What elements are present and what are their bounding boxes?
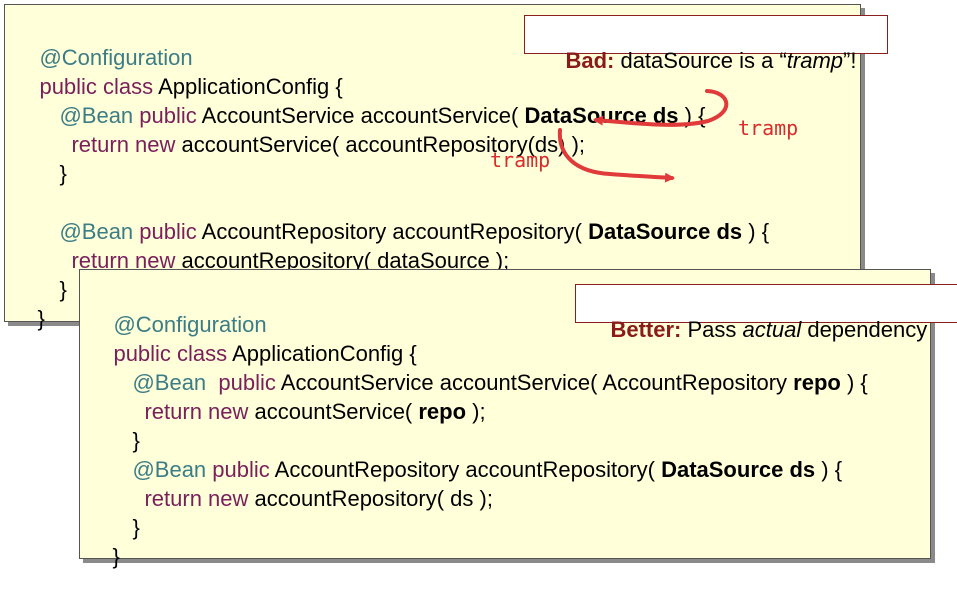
callout-emphasis: actual: [742, 317, 802, 342]
better-config-panel: @Configuration public class ApplicationC…: [79, 269, 957, 569]
code-line-close-class: }: [88, 518, 120, 596]
keyword: return new: [144, 399, 249, 424]
arrow-call-to-repository: [557, 128, 675, 183]
callout-text: Pass: [681, 317, 743, 342]
callout-label: Better:: [610, 317, 682, 342]
repo-arg: repo: [418, 399, 467, 424]
keyword: return new: [144, 486, 249, 511]
return-expression-end: );: [466, 399, 486, 424]
signature-end: ) {: [815, 457, 843, 482]
better-callout: Better: Pass actual dependency: [575, 284, 957, 342]
callout-text-end: dependency: [801, 317, 928, 342]
repo-param: repo: [793, 370, 841, 395]
return-expression: accountService(: [248, 399, 419, 424]
arrow-ds-to-call: [593, 89, 729, 127]
signature-end: ) {: [840, 370, 868, 395]
brace: }: [132, 515, 140, 540]
return-expression: accountRepository( ds );: [248, 486, 493, 511]
brace: }: [112, 544, 120, 569]
code-line-return-repository: return new accountRepository( ds );: [120, 460, 493, 538]
datasource-param: DataSource ds: [661, 457, 816, 482]
